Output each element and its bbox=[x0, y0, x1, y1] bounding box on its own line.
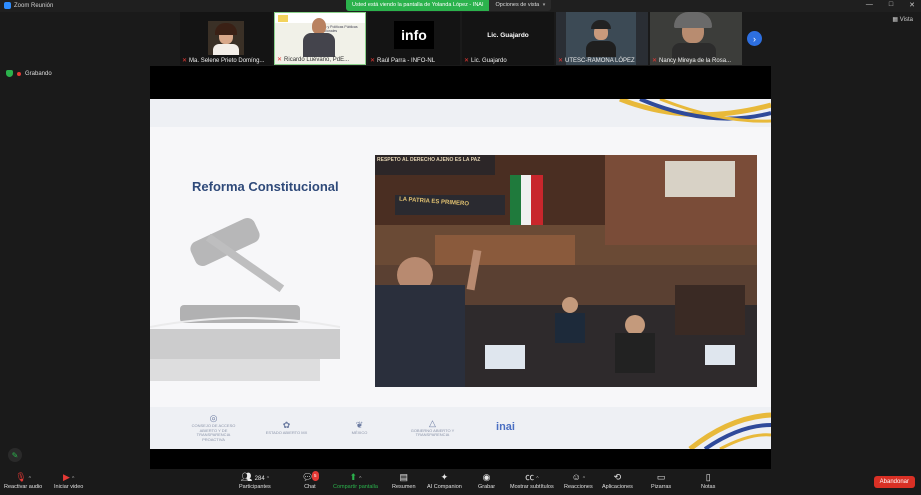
presentation-slide: Reforma Constitucional RESPETO AL DERECH… bbox=[150, 99, 771, 449]
close-button[interactable]: ✕ bbox=[909, 1, 915, 9]
participant-center-label: Lic. Guajardo bbox=[487, 32, 529, 39]
record-button[interactable]: ◉ Grabar bbox=[478, 472, 495, 490]
meeting-toolbar: 🎙︎ ^ Reactivar audio ▶︎ ^ Iniciar video 👥︎… bbox=[0, 470, 921, 495]
participant-tile[interactable]: ✕ UTESC-RAMONA LÓPEZ bbox=[556, 12, 648, 65]
participant-name: ✕ UTESC-RAMONA LÓPEZ bbox=[558, 57, 635, 65]
apps-button[interactable]: ⟲ Aplicaciones bbox=[602, 472, 633, 490]
participant-gallery: ✕ Ma. Selene Prieto Domíng... Modelo y Po… bbox=[180, 12, 770, 65]
leave-button[interactable]: Abandonar bbox=[873, 476, 915, 488]
slide-bottom-band: ◎ CONSEJO DE ACCESO ABIERTO Y DE TRANSPAR… bbox=[150, 407, 771, 449]
maximize-button[interactable]: □ bbox=[889, 1, 893, 9]
video-off-icon: ▶︎ ^ bbox=[63, 472, 75, 482]
participant-name: ✕ Lic. Guajardo bbox=[464, 57, 507, 65]
logo-inai: inai bbox=[496, 421, 515, 434]
slide-title: Reforma Constitucional bbox=[192, 179, 339, 194]
participants-count: 284 bbox=[254, 476, 265, 482]
chevron-right-icon: › bbox=[753, 33, 756, 44]
mic-muted-icon: ✕ bbox=[182, 58, 188, 64]
window-title: Zoom Reunión bbox=[14, 2, 54, 9]
mic-muted-icon: ✕ bbox=[558, 58, 564, 64]
mic-muted-icon: ✕ bbox=[464, 58, 470, 64]
participant-name: ✕ Ma. Selene Prieto Domíng... bbox=[182, 57, 265, 65]
participant-tile[interactable]: info ✕ Raúl Parra - INFO-NL bbox=[368, 12, 460, 65]
chat-icon: 💬︎5^ bbox=[302, 471, 319, 482]
reactions-button[interactable]: ☺ ^ Reacciones bbox=[564, 472, 593, 490]
start-video-button[interactable]: ▶︎ ^ Iniciar video bbox=[54, 472, 83, 490]
captions-button[interactable]: ㏄ ^ Mostrar subtítulos bbox=[510, 472, 554, 490]
reactivate-audio-button[interactable]: 🎙︎ ^ Reactivar audio bbox=[4, 472, 42, 490]
annotate-button[interactable]: ✎ bbox=[8, 448, 22, 462]
participants-button[interactable]: 👥︎ 284 ^ Participantes bbox=[239, 472, 271, 490]
title-bar: Zoom Reunión Usted está viendo la pantal… bbox=[0, 0, 921, 12]
shield-icon bbox=[6, 70, 13, 77]
app-title: Zoom Reunión bbox=[4, 2, 53, 9]
participant-name: ✕ Raúl Parra - INFO-NL bbox=[370, 57, 436, 65]
share-banner: Usted está viendo la pantalla de Yolanda… bbox=[346, 0, 552, 11]
notes-button[interactable]: ▯ Notas bbox=[701, 472, 715, 490]
sparkle-icon: ✦ bbox=[440, 472, 449, 482]
recording-label: Grabando bbox=[25, 70, 52, 77]
participant-tile[interactable]: Modelo y Políticas Públicas Instituciona… bbox=[274, 12, 366, 65]
whiteboard-icon: ▭ bbox=[656, 472, 666, 482]
chat-button[interactable]: 💬︎5^ Chat bbox=[302, 471, 319, 490]
notes-icon: ▯ bbox=[705, 472, 711, 482]
apps-icon: ⟲ bbox=[613, 472, 622, 482]
summary-icon: ▤ bbox=[399, 472, 409, 482]
share-banner-text: Usted está viendo la pantalla de Yolanda… bbox=[346, 0, 490, 11]
logo-consejo: ◎ CONSEJO DE ACCESO ABIERTO Y DE TRANSPAR… bbox=[191, 413, 236, 443]
slide-logos: ◎ CONSEJO DE ACCESO ABIERTO Y DE TRANSPAR… bbox=[186, 413, 533, 443]
mic-muted-icon: ✕ bbox=[370, 58, 376, 64]
participant-logo-text: info bbox=[401, 27, 427, 43]
mic-muted-icon: 🎙︎ ^ bbox=[15, 472, 31, 482]
participant-tile[interactable]: ✕ Ma. Selene Prieto Domíng... bbox=[180, 12, 272, 65]
view-options-button[interactable]: Opciones de vista ▾ bbox=[489, 0, 552, 11]
record-icon: ◉ bbox=[482, 472, 491, 482]
pencil-icon: ✎ bbox=[11, 450, 19, 460]
minimize-button[interactable]: — bbox=[866, 1, 873, 9]
summary-button[interactable]: ▤ Resumen bbox=[392, 472, 416, 490]
participant-video bbox=[208, 21, 244, 55]
logo-mexico: ❦ MÉXICO bbox=[351, 420, 368, 435]
zoom-logo-icon bbox=[4, 2, 11, 9]
participant-tile[interactable]: ✕ Nancy Mireya de la Rosa... bbox=[650, 12, 742, 65]
gavel-book-illustration bbox=[150, 209, 370, 399]
participant-tile[interactable]: Lic. Guajardo ✕ Lic. Guajardo bbox=[462, 12, 554, 65]
record-dot-icon bbox=[17, 71, 21, 76]
emoji-icon: ☺ ^ bbox=[571, 472, 586, 482]
share-screen-button[interactable]: ⬆︎ ^ Compartir pantalla bbox=[333, 472, 378, 490]
participant-name: ✕ Nancy Mireya de la Rosa... bbox=[652, 57, 732, 65]
photo-top-text: RESPETO AL DERECHO AJENO ES LA PAZ bbox=[377, 157, 481, 163]
share-screen-icon: ⬆︎ ^ bbox=[349, 472, 362, 482]
mic-muted-icon: ✕ bbox=[652, 58, 658, 64]
slide-top-band bbox=[150, 99, 771, 127]
participants-icon: 👥︎ 284 ^ bbox=[240, 472, 270, 482]
participant-name: ✕ Ricardo Luévano, PdE... bbox=[277, 56, 350, 64]
chevron-down-icon: ▾ bbox=[542, 2, 546, 8]
gallery-next-button[interactable]: › bbox=[747, 31, 762, 46]
senate-photo: RESPETO AL DERECHO AJENO ES LA PAZ LA PA… bbox=[375, 155, 757, 387]
logo-estado-abierto: ✿ ESTADO ABIERTO MX bbox=[265, 420, 308, 435]
chat-badge: 5 bbox=[312, 471, 319, 481]
ai-companion-button[interactable]: ✦ AI Companion bbox=[427, 472, 462, 490]
window-controls: — □ ✕ bbox=[866, 1, 915, 9]
logo-gobierno-abierto: △ GOBIERNO ABIERTO Y TRANSPARENCIA bbox=[410, 417, 455, 438]
captions-icon: ㏄ ^ bbox=[525, 472, 539, 482]
recording-indicator[interactable]: Grabando bbox=[6, 70, 52, 77]
whiteboards-button[interactable]: ▭ Pizarras bbox=[651, 472, 671, 490]
shared-screen: Reforma Constitucional RESPETO AL DERECH… bbox=[150, 66, 771, 469]
view-button[interactable]: ▦ Vista bbox=[892, 16, 913, 23]
mic-muted-icon: ✕ bbox=[277, 57, 283, 63]
